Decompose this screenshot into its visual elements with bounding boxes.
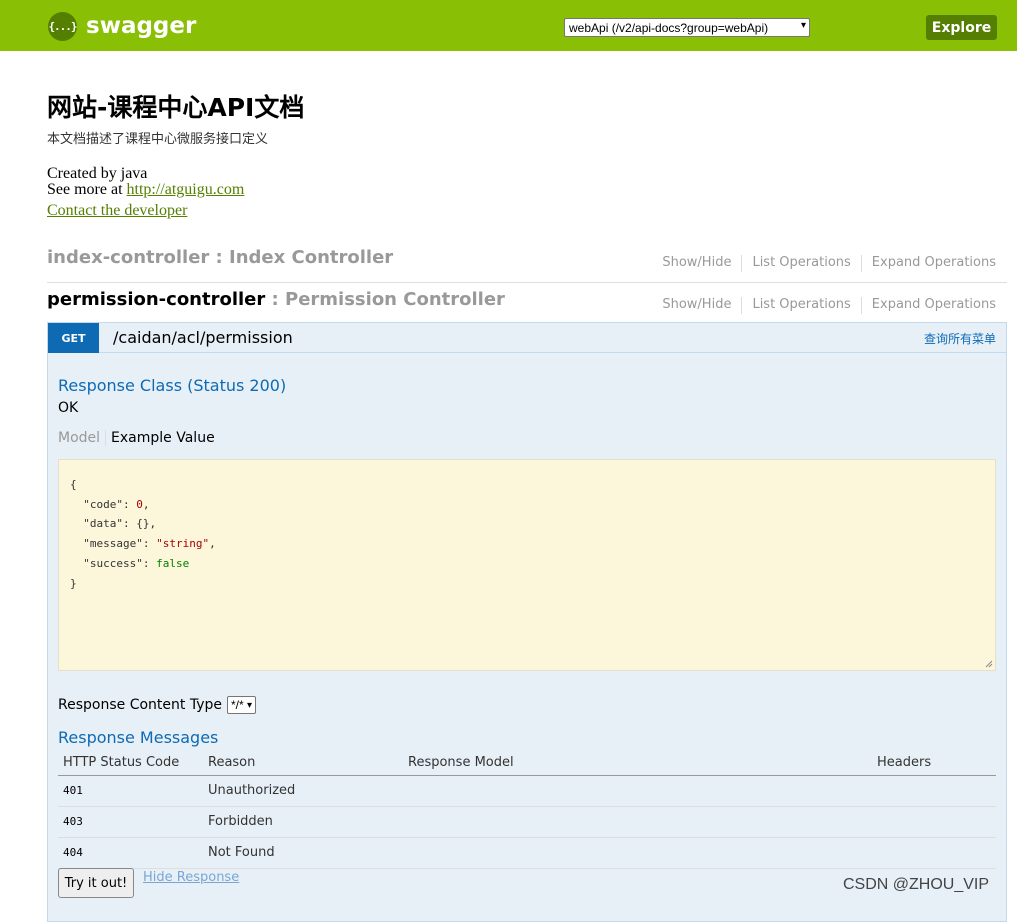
table-row: 401 Unauthorized xyxy=(58,775,996,807)
headers xyxy=(872,837,996,869)
response-class-title: Response Class (Status 200) xyxy=(58,376,287,395)
code-line: "success": false xyxy=(70,556,190,570)
api-group-select[interactable]: webApi (/v2/api-docs?group=webApi) ▾ xyxy=(564,18,810,37)
see-more-link[interactable]: http://atguigu.com xyxy=(127,181,245,198)
response-model xyxy=(403,775,872,807)
operation-heading[interactable]: GET /caidan/acl/permission 查询所有菜单 xyxy=(48,323,1006,353)
operation-panel: GET /caidan/acl/permission 查询所有菜单 Respon… xyxy=(47,322,1007,922)
table-row: 403 Forbidden xyxy=(58,806,996,838)
controller-separator: : xyxy=(209,247,230,268)
headers xyxy=(872,775,996,807)
col-header-response-model: Response Model xyxy=(403,751,872,776)
expand-operations-link[interactable]: Expand Operations xyxy=(862,297,996,314)
see-more-line: See more at http://atguigu.com xyxy=(47,181,244,199)
response-model xyxy=(403,837,872,869)
code-line: "code": 0, xyxy=(70,497,150,511)
controller-index: index-controller : Index Controller Show… xyxy=(47,243,1007,283)
tab-example-value[interactable]: Example Value xyxy=(106,430,215,446)
swagger-logo-icon: {...} xyxy=(48,11,78,41)
controller-description: Index Controller xyxy=(229,247,394,268)
chevron-down-icon: ▾ xyxy=(800,20,806,31)
response-model xyxy=(403,806,872,838)
show-hide-link[interactable]: Show/Hide xyxy=(652,255,741,272)
controller-title[interactable]: index-controller : Index Controller xyxy=(47,247,393,268)
api-group-select-value: webApi (/v2/api-docs?group=webApi) xyxy=(569,20,769,35)
resize-handle-icon[interactable] xyxy=(985,660,993,668)
status-code: 404 xyxy=(58,837,203,869)
controller-actions: Show/Hide List Operations Expand Operati… xyxy=(652,297,996,314)
example-value-code[interactable]: { "code": 0, "data": {}, "message": "str… xyxy=(58,459,996,671)
table-row: 404 Not Found xyxy=(58,837,996,869)
chevron-down-icon: ▾ xyxy=(247,699,253,711)
list-operations-link[interactable]: List Operations xyxy=(742,255,860,272)
controller-actions: Show/Hide List Operations Expand Operati… xyxy=(652,255,996,272)
controller-permission: permission-controller : Permission Contr… xyxy=(47,285,1007,325)
contact-developer-link[interactable]: Contact the developer xyxy=(47,202,187,219)
controller-separator: : xyxy=(265,289,286,310)
status-code: 401 xyxy=(58,775,203,807)
table-header-row: HTTP Status Code Reason Response Model H… xyxy=(58,751,996,776)
response-messages-table: HTTP Status Code Reason Response Model H… xyxy=(58,751,996,869)
controller-title[interactable]: permission-controller : Permission Contr… xyxy=(47,289,505,310)
response-messages-title: Response Messages xyxy=(58,728,219,747)
contact-line: Contact the developer xyxy=(47,202,187,220)
expand-operations-link[interactable]: Expand Operations xyxy=(862,255,996,272)
page-title: 网站-课程中心API文档 xyxy=(47,93,305,122)
code-line: "message": "string", xyxy=(70,537,216,551)
tab-model[interactable]: Model xyxy=(58,430,107,446)
controller-name: index-controller xyxy=(47,247,210,268)
reason: Unauthorized xyxy=(203,775,403,807)
response-content-type: Response Content Type */* ▾ xyxy=(58,696,257,714)
col-header-status-code: HTTP Status Code xyxy=(58,751,203,776)
model-tabs: Model Example Value xyxy=(58,430,215,446)
explore-button[interactable]: Explore xyxy=(926,15,997,40)
reason: Forbidden xyxy=(203,806,403,838)
watermark-text: CSDN @ZHOU_VIP xyxy=(843,876,990,893)
response-class-value: OK xyxy=(58,400,79,416)
controller-name: permission-controller xyxy=(47,289,266,310)
api-description: 本文档描述了课程中心微服务接口定义 xyxy=(47,132,269,147)
hide-response-link[interactable]: Hide Response xyxy=(143,870,239,885)
swagger-logo[interactable]: {...} swagger xyxy=(48,11,196,41)
headers xyxy=(872,806,996,838)
operation-path[interactable]: /caidan/acl/permission xyxy=(113,328,293,347)
response-content-type-select[interactable]: */* ▾ xyxy=(226,696,257,714)
code-line: "data": {}, xyxy=(70,517,157,531)
col-header-headers: Headers xyxy=(872,751,996,776)
see-more-prefix: See more at xyxy=(47,181,127,198)
code-line: } xyxy=(70,576,77,590)
http-method-badge[interactable]: GET xyxy=(48,323,99,353)
show-hide-link[interactable]: Show/Hide xyxy=(652,297,741,314)
reason: Not Found xyxy=(203,837,403,869)
code-line: { xyxy=(70,478,77,491)
status-code: 403 xyxy=(58,806,203,838)
col-header-reason: Reason xyxy=(203,751,403,776)
list-operations-link[interactable]: List Operations xyxy=(742,297,860,314)
top-bar: {...} swagger webApi (/v2/api-docs?group… xyxy=(0,0,1017,51)
swagger-logo-text: swagger xyxy=(86,13,197,39)
try-it-out-button[interactable]: Try it out! xyxy=(58,868,134,898)
response-content-type-label: Response Content Type xyxy=(58,697,222,713)
operation-summary[interactable]: 查询所有菜单 xyxy=(924,330,996,347)
controller-description: Permission Controller xyxy=(285,289,505,310)
